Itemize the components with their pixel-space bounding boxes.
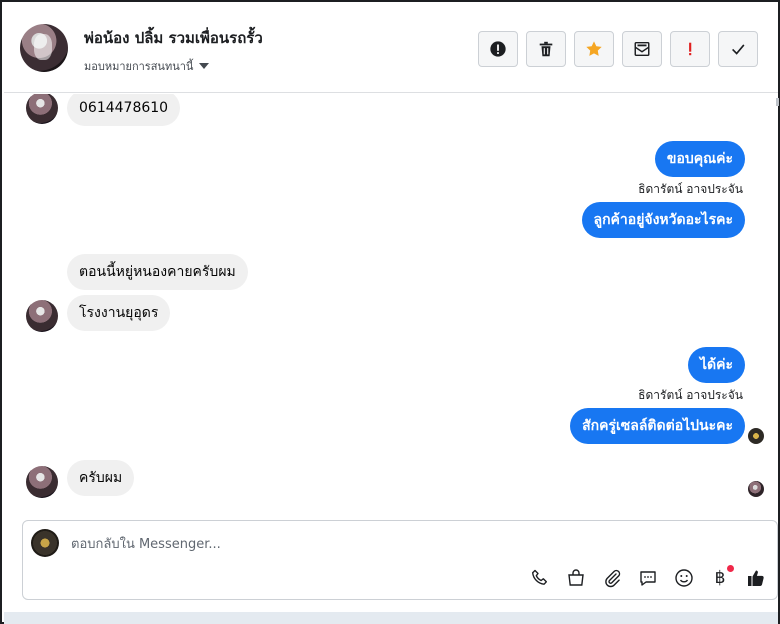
composer-toolbar: ฿ <box>529 565 767 589</box>
message-bubble-incoming[interactable]: 0614478610 <box>67 94 181 126</box>
trash-icon <box>539 41 553 57</box>
notification-dot <box>727 565 734 572</box>
contact-avatar-small <box>26 300 58 332</box>
read-receipt-avatar-icon <box>748 481 764 497</box>
phone-icon[interactable] <box>529 567 551 589</box>
message-thread[interactable]: 0614478610 ขอบคุณค่ะ ธิดารัตน์ อาจประจัน… <box>4 94 778 514</box>
message-bubble-outgoing[interactable]: ได้ค่ะ <box>687 347 745 383</box>
contact-avatar-small <box>26 466 58 498</box>
saved-reply-icon[interactable] <box>637 567 659 589</box>
conversation-panel: พ่อน้อง ปลิ้ม รวมเพื่อนรถรั้ว มอบหมายการ… <box>0 0 780 624</box>
footer-strip <box>4 612 778 624</box>
baht-icon[interactable]: ฿ <box>709 565 734 589</box>
message-bubble-incoming[interactable]: ตอนนี้หยู่หนองคายครับผม <box>67 254 248 290</box>
caret-down-icon <box>199 63 210 69</box>
reply-input[interactable] <box>71 533 671 555</box>
envelope-icon <box>634 41 650 57</box>
mark-unread-button[interactable] <box>622 31 662 67</box>
message-bubble-incoming[interactable]: โรงงานยุอุดร <box>67 295 171 331</box>
shopping-bag-icon[interactable] <box>565 567 587 589</box>
checkmark-icon <box>732 44 745 55</box>
baht-symbol: ฿ <box>714 568 726 588</box>
message-bubble-outgoing[interactable]: ลูกค้าอยู่จังหวัดอะไรคะ <box>581 202 745 238</box>
page-avatar <box>31 529 59 557</box>
paperclip-icon[interactable] <box>601 567 623 589</box>
contact-name[interactable]: พ่อน้อง ปลิ้ม รวมเพื่อนรถรั้ว <box>84 26 263 50</box>
assign-label: มอบหมายการสนทนานี้ <box>84 60 194 73</box>
message-bubble-outgoing[interactable]: สักครู่เซลล์ติดต่อไปนะคะ <box>570 408 745 444</box>
conversation-header: พ่อน้อง ปลิ้ม รวมเพื่อนรถรั้ว มอบหมายการ… <box>4 4 778 93</box>
delete-button[interactable] <box>526 31 566 67</box>
sender-name: ธิดารัตน์ อาจประจัน <box>638 182 743 196</box>
message-bubble-incoming[interactable]: ครับผม <box>67 460 135 496</box>
seen-avatar-icon <box>748 428 764 444</box>
reply-composer: ฿ <box>22 520 778 600</box>
contact-avatar[interactable] <box>20 24 68 72</box>
star-icon <box>586 41 602 56</box>
emoji-icon[interactable] <box>673 567 695 589</box>
exclamation-icon <box>689 42 692 56</box>
assign-conversation-dropdown[interactable]: มอบหมายการสนทนานี้ <box>84 57 210 75</box>
spam-button[interactable] <box>478 31 518 67</box>
sender-name: ธิดารัตน์ อาจประจัน <box>638 388 743 402</box>
contact-avatar-small <box>26 94 58 124</box>
star-button[interactable] <box>574 31 614 67</box>
header-actions <box>478 31 758 67</box>
mark-done-button[interactable] <box>718 31 758 67</box>
exclamation-circle-icon <box>490 41 506 57</box>
follow-up-button[interactable] <box>670 31 710 67</box>
message-bubble-outgoing[interactable]: ขอบคุณค่ะ <box>654 141 745 177</box>
thumbs-up-icon[interactable] <box>745 567 767 589</box>
